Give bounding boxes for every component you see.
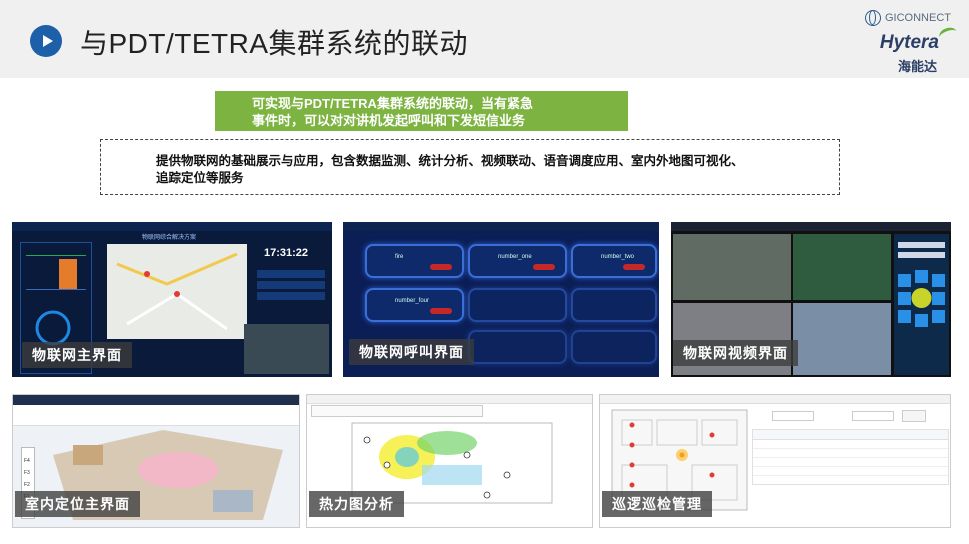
service-line-2: 追踪定位等服务 [156,171,244,185]
heatmap-screenshot: 热力图分析 [306,394,593,528]
iot-call-screenshot: fire number_one number_two number_four 物… [343,222,659,377]
iot-call-caption: 物联网呼叫界面 [349,339,474,365]
iot-main-alerts [257,267,325,322]
call-tile-empty [468,330,567,364]
call-tile-empty [571,330,657,364]
giconnect-text: GICONNECT [885,12,951,24]
table-row[interactable] [753,458,948,467]
patrol-topbar [600,395,950,404]
call-tile-number-four[interactable]: number_four [365,288,464,322]
call-tile-number-two[interactable]: number_two [571,244,657,278]
table-row[interactable] [753,467,948,476]
iot-call-topbar [343,222,659,231]
slide-title: 与PDT/TETRA集群系统的联动 [80,28,469,59]
slide-header: 与PDT/TETRA集群系统的联动 GICONNECT Hytera 海能达 [0,0,969,78]
call-tile-fire[interactable]: fire [365,244,464,278]
iot-main-caption: 物联网主界面 [22,342,132,368]
iot-video-screenshot: 物联网视频界面 [671,222,951,377]
video-feed-billiards-1 [793,234,891,300]
hytera-cn-text: 海能达 [897,59,937,74]
ptz-control-panel [894,234,949,375]
service-description: 提供物联网的基础展示与应用，包含数据监测、统计分析、视频联动、语音调度应用、室内… [100,139,840,195]
table-row[interactable] [753,440,948,449]
iot-video-caption: 物联网视频界面 [673,340,798,366]
hytera-logo: Hytera [879,25,959,54]
call-tile-label: number_four [395,298,430,304]
iot-main-clock: 17:31:22 [264,247,309,259]
call-tile-empty [571,288,657,322]
iot-main-topbar [12,222,332,231]
service-line-1: 提供物联网的基础展示与应用，包含数据监测、统计分析、视频联动、语音调度应用、室内… [156,154,744,168]
heatmap-caption: 热力图分析 [309,491,404,517]
call-tile-empty [468,288,567,322]
patrol-search-button[interactable] [902,410,926,422]
patrol-table-header [753,430,948,440]
globe-icon [865,10,881,26]
iot-main-header: 物联网综合解决方案 [142,235,197,241]
patrol-table [752,429,949,485]
linkage-line-1: 可实现与PDT/TETRA集群系统的联动，当有紧急 [252,96,533,111]
iot-video-topbar [671,222,951,231]
patrol-filter-bar[interactable] [752,409,947,422]
call-tile-label: number_one [498,254,532,260]
call-tile-number-one[interactable]: number_one [468,244,567,278]
indoor-caption: 室内定位主界面 [15,491,140,517]
iot-main-camera-feed [244,324,329,374]
table-row[interactable] [753,449,948,458]
hytera-text: Hytera [879,32,939,53]
linkage-line-2: 事件时，可以对对讲机发起呼叫和下发短信业务 [252,113,526,128]
call-tile-label: number_two [601,254,635,260]
patrol-caption: 巡逻巡检管理 [602,491,712,517]
video-feed-lobby [673,234,791,300]
giconnect-logo: GICONNECT [865,10,951,26]
linkage-description: 可实现与PDT/TETRA集群系统的联动，当有紧急 事件时，可以对对讲机发起呼叫… [215,91,628,131]
indoor-screenshot: F4 F3 F2 F1 室内定位主界面 [12,394,300,528]
swoosh-icon [937,25,959,44]
iot-main-screenshot: 物联网综合解决方案 17:31:22 物联网主界面 [12,222,332,377]
iot-main-map [107,244,247,339]
call-tile-label: fire [395,254,404,260]
play-icon [30,25,62,57]
video-feed-outdoor [793,303,891,375]
patrol-screenshot: 巡逻巡检管理 [599,394,951,528]
